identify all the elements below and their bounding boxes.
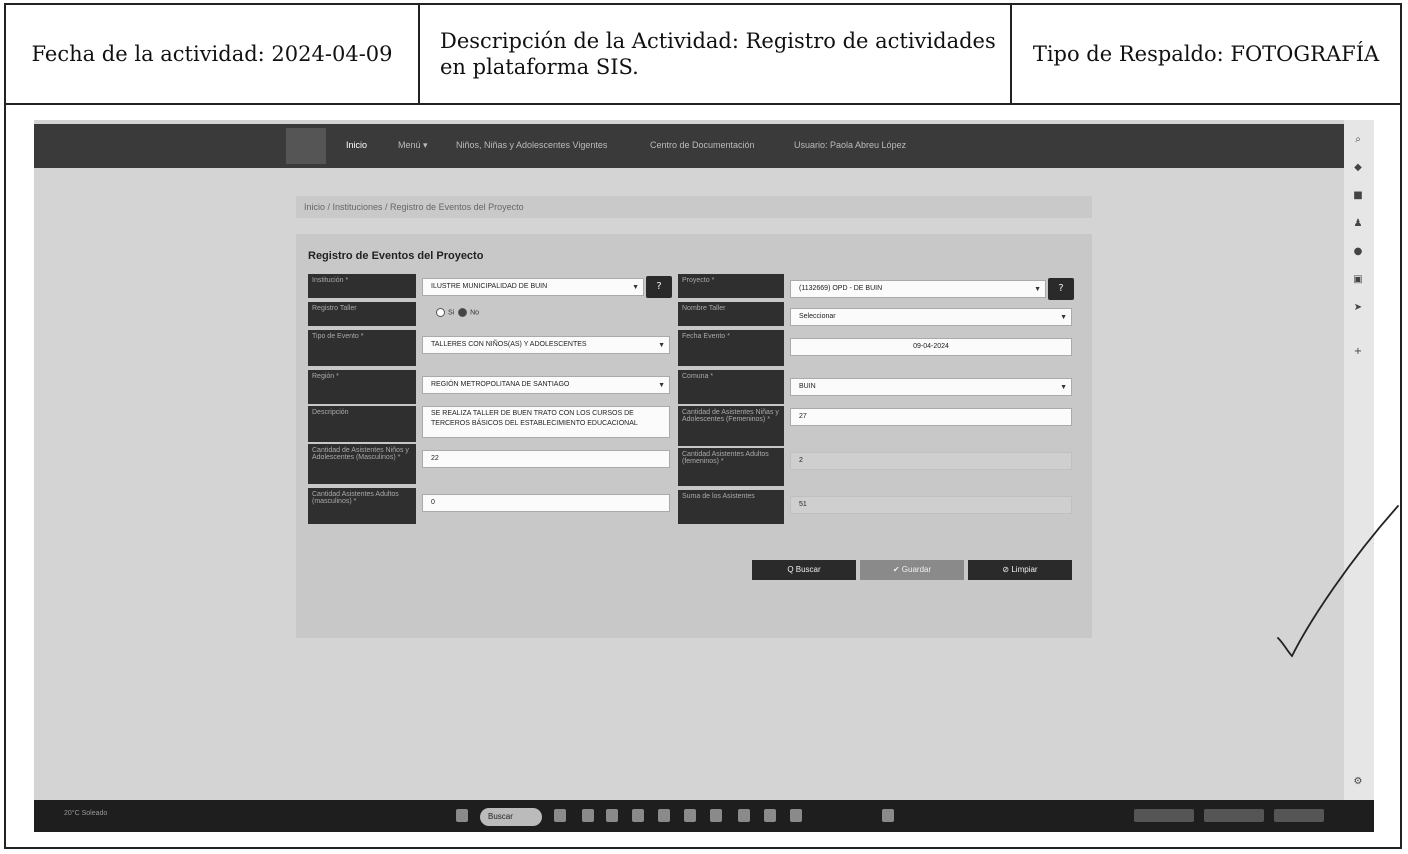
adultos-fem-input[interactable]: 2 xyxy=(790,452,1072,470)
institucion-label: Institución * xyxy=(308,274,416,298)
proyecto-label: Proyecto * xyxy=(678,274,784,298)
comuna-select[interactable]: BUIN ▼ xyxy=(790,378,1072,396)
app-icon[interactable] xyxy=(658,809,670,822)
nav-ninos[interactable]: Niños, Niñas y Adolescentes Vigentes xyxy=(456,140,607,150)
region-select[interactable]: REGIÓN METROPOLITANA DE SANTIAGO ▼ xyxy=(422,376,670,394)
top-navbar: Inicio Menú ▾ Niños, Niñas y Adolescente… xyxy=(34,124,1344,168)
fecha-evento-label: Fecha Evento * xyxy=(678,330,784,366)
suma-label: Suma de los Asistentes xyxy=(678,490,784,524)
activity-description-cell: Descripción de la Actividad: Registro de… xyxy=(420,5,1012,103)
language-indicator[interactable] xyxy=(1204,809,1264,822)
circle-icon[interactable]: ● xyxy=(1352,246,1364,258)
region-label: Región * xyxy=(308,370,416,404)
form-title: Registro de Eventos del Proyecto xyxy=(308,250,484,262)
asist-masc-input[interactable]: 22 xyxy=(422,450,670,468)
radio-si[interactable] xyxy=(436,308,445,317)
adultos-masc-label: Cantidad Asistentes Adultos (masculinos)… xyxy=(308,488,416,524)
nombre-taller-value: Seleccionar xyxy=(799,313,836,320)
activity-date-cell: Fecha de la actividad: 2024-04-09 xyxy=(6,5,420,103)
descripcion-textarea[interactable]: SE REALIZA TALLER DE BUEN TRATO CON LOS … xyxy=(422,406,670,438)
asist-fem-label: Cantidad de Asistentes Niñas y Adolescen… xyxy=(678,406,784,446)
nav-usuario[interactable]: Usuario: Paola Abreu López xyxy=(794,140,906,150)
adultos-masc-input[interactable]: 0 xyxy=(422,494,670,512)
taller-radio-group: Si No xyxy=(436,308,479,317)
clock[interactable] xyxy=(1274,809,1324,822)
app-icon[interactable] xyxy=(738,809,750,822)
app-icon[interactable] xyxy=(684,809,696,822)
app-icon[interactable] xyxy=(632,809,644,822)
region-value: REGIÓN METROPOLITANA DE SANTIAGO xyxy=(431,381,570,388)
breadcrumb: Inicio / Instituciones / Registro de Eve… xyxy=(296,196,1092,218)
header-table-row: Fecha de la actividad: 2024-04-09 Descri… xyxy=(6,5,1400,105)
adultos-fem-label: Cantidad Asistentes Adultos (femeninos) … xyxy=(678,448,784,486)
limpiar-button[interactable]: ⊘ Limpiar xyxy=(968,560,1072,580)
tipo-evento-label: Tipo de Evento * xyxy=(308,330,416,366)
people-icon[interactable]: ♟ xyxy=(1352,218,1364,230)
app-icon[interactable] xyxy=(790,809,802,822)
help-icon[interactable]: ? xyxy=(1048,278,1074,300)
tipo-evento-select[interactable]: TALLERES CON NIÑOS(AS) Y ADOLESCENTES ▼ xyxy=(422,336,670,354)
app-icon[interactable] xyxy=(764,809,776,822)
taskbar-search[interactable]: Buscar xyxy=(480,808,542,826)
chevron-down-icon: ▼ xyxy=(632,284,639,291)
chevron-down-icon: ▼ xyxy=(1034,286,1041,293)
guardar-button[interactable]: ✔ Guardar xyxy=(860,560,964,580)
office-icon[interactable]: ▣ xyxy=(1352,274,1364,286)
nombre-taller-label: Nombre Taller xyxy=(678,302,784,326)
proyecto-select[interactable]: (1132669) OPD - DE BUIN ▼ xyxy=(790,280,1046,298)
explorer-icon[interactable] xyxy=(606,809,618,822)
suma-input: 51 xyxy=(790,496,1072,514)
app-icon[interactable] xyxy=(710,809,722,822)
settings-icon[interactable]: ⚙ xyxy=(1352,776,1364,788)
institucion-value: ILUSTRE MUNICIPALIDAD DE BUIN xyxy=(431,283,548,290)
radio-si-label: Si xyxy=(448,309,455,317)
fecha-evento-input[interactable]: 09-04-2024 xyxy=(790,338,1072,356)
windows-taskbar: 20°C Soleado Buscar xyxy=(34,800,1374,832)
browser-side-toolbar: ⌕ ◆ ■ ♟ ● ▣ ➤ + ⚙ xyxy=(1344,120,1374,800)
system-tray[interactable] xyxy=(1134,809,1194,822)
nav-centro-documentacion[interactable]: Centro de Documentación xyxy=(650,140,755,150)
proyecto-value: (1132669) OPD - DE BUIN xyxy=(799,285,883,292)
chevron-down-icon: ▼ xyxy=(658,342,665,349)
tag-icon[interactable]: ◆ xyxy=(1352,162,1364,174)
weather-widget[interactable]: 20°C Soleado xyxy=(64,810,107,817)
chevron-down-icon: ▼ xyxy=(658,382,665,389)
government-logo xyxy=(286,128,326,164)
taller-label: Registro Taller xyxy=(308,302,416,326)
buscar-button[interactable]: Q Buscar xyxy=(752,560,856,580)
asist-fem-input[interactable]: 27 xyxy=(790,408,1072,426)
nav-menu[interactable]: Menú ▾ xyxy=(398,140,428,151)
nombre-taller-select[interactable]: Seleccionar ▼ xyxy=(790,308,1072,326)
nav-inicio[interactable]: Inicio xyxy=(346,140,367,150)
help-icon[interactable]: ? xyxy=(646,276,672,298)
comuna-value: BUIN xyxy=(799,383,816,390)
briefcase-icon[interactable]: ■ xyxy=(1352,190,1364,202)
backup-type-cell: Tipo de Respaldo: FOTOGRAFÍA xyxy=(1032,42,1380,66)
start-icon[interactable] xyxy=(456,809,468,822)
asist-masc-label: Cantidad de Asistentes Niños y Adolescen… xyxy=(308,444,416,484)
app-icon[interactable] xyxy=(882,809,894,822)
radio-no-label: No xyxy=(470,309,480,317)
radio-no[interactable] xyxy=(458,308,468,317)
send-icon[interactable]: ➤ xyxy=(1352,302,1364,314)
search-icon[interactable]: ⌕ xyxy=(1352,134,1364,146)
institucion-select[interactable]: ILUSTRE MUNICIPALIDAD DE BUIN ▼ xyxy=(422,278,644,296)
chevron-down-icon: ▼ xyxy=(1060,384,1067,391)
handwritten-checkmark xyxy=(1277,505,1399,658)
comuna-label: Comuna * xyxy=(678,370,784,404)
form-panel: Registro de Eventos del Proyecto Institu… xyxy=(296,234,1092,638)
screenshot-photo: Inicio Menú ▾ Niños, Niñas y Adolescente… xyxy=(34,120,1374,832)
tipo-evento-value: TALLERES CON NIÑOS(AS) Y ADOLESCENTES xyxy=(431,341,587,348)
taskview-icon[interactable] xyxy=(582,809,594,822)
plus-icon[interactable]: + xyxy=(1352,346,1364,358)
descripcion-label: Descripción xyxy=(308,406,416,442)
chevron-down-icon: ▼ xyxy=(1060,314,1067,321)
widgets-icon[interactable] xyxy=(554,809,566,822)
